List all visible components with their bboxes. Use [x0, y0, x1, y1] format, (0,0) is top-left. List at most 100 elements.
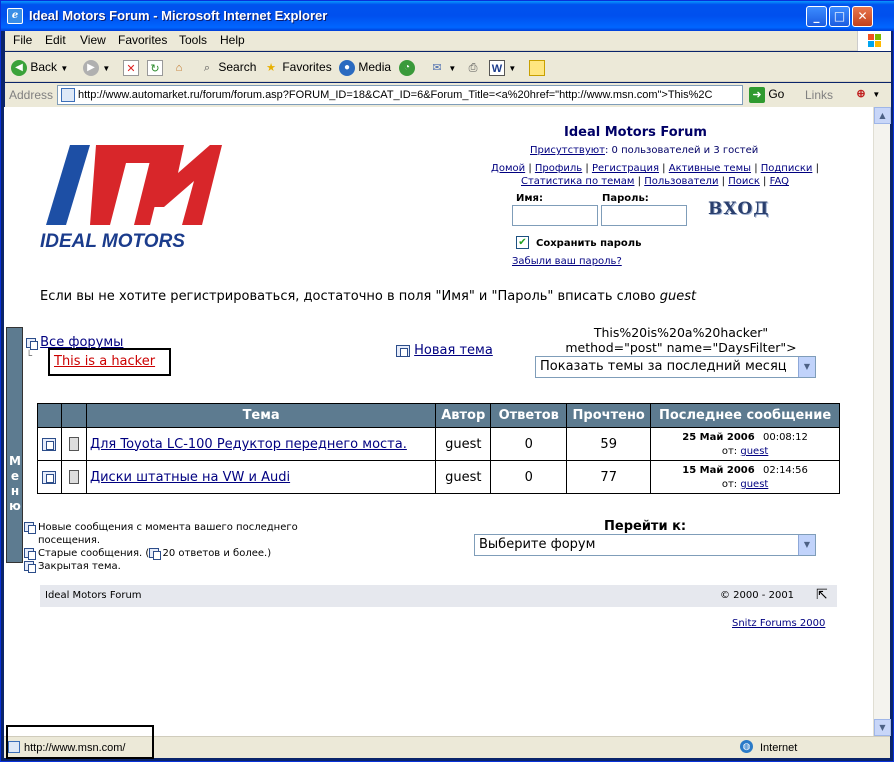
extension-dropdown-icon[interactable]: ▼: [872, 90, 880, 99]
nav-active-topics[interactable]: Активные темы: [669, 163, 751, 174]
minimize-button[interactable]: _: [806, 6, 827, 27]
notice-text: Если вы не хотите регистрироваться, дост…: [40, 289, 660, 304]
messenger-button[interactable]: [529, 58, 545, 76]
menu-view[interactable]: View: [80, 33, 106, 47]
nav-register[interactable]: Регистрация: [592, 163, 659, 174]
links-button[interactable]: Links: [805, 88, 833, 102]
go-button[interactable]: ➜ Go: [749, 87, 784, 103]
guest-notice: Если вы не хотите регистрироваться, дост…: [40, 289, 696, 304]
media-button[interactable]: ● Media: [339, 58, 391, 76]
stop-button[interactable]: ✕: [123, 58, 139, 76]
nav-faq[interactable]: FAQ: [770, 176, 789, 187]
refresh-button[interactable]: ↻: [147, 58, 163, 76]
vertical-scrollbar[interactable]: ▲ ▼: [873, 107, 891, 736]
menu-tools[interactable]: Tools: [179, 33, 207, 47]
new-posts-icon: [24, 522, 36, 534]
mail-button[interactable]: ✉ ▼: [429, 58, 456, 76]
extension-icon: ⊕: [856, 88, 866, 100]
locked-topic-icon: [24, 561, 36, 573]
views-cell: 77: [566, 460, 652, 494]
header-views[interactable]: Прочтено: [566, 403, 652, 428]
favorites-label: Favorites: [282, 60, 332, 74]
address-input[interactable]: http://www.automarket.ru/forum/forum.asp…: [57, 85, 743, 105]
maximize-button[interactable]: □: [829, 6, 850, 27]
legend-hot-text: 20 ответов и более.): [159, 548, 272, 559]
legend-new: Новые сообщения с момента вашего последн…: [24, 521, 324, 547]
filter-line-2: method="post" name="DaysFilter">: [565, 340, 797, 355]
nav-search[interactable]: Поиск: [728, 176, 760, 187]
favorites-star-icon: ★: [266, 61, 276, 74]
nav-profile[interactable]: Профиль: [535, 163, 582, 174]
title-bar: e Ideal Motors Forum - Microsoft Interne…: [1, 1, 894, 31]
edit-button[interactable]: W ▼: [489, 58, 516, 76]
print-button[interactable]: ⎙: [465, 58, 481, 76]
last-post-from: от:: [721, 446, 741, 457]
forgot-password-link[interactable]: Забыли ваш пароль?: [512, 256, 622, 267]
remember-checkbox[interactable]: ✔: [516, 236, 529, 249]
days-filter-select[interactable]: Показать темы за последний месяц ▼: [535, 356, 816, 378]
menu-favorites[interactable]: Favorites: [118, 33, 167, 47]
password-input[interactable]: [601, 205, 687, 226]
goto-label: Перейти к:: [604, 519, 687, 534]
history-button[interactable]: ◔: [399, 58, 415, 76]
extension-button[interactable]: ⊕ ▼: [853, 86, 880, 102]
back-button[interactable]: ◀ Back ▼: [11, 58, 68, 76]
address-url: http://www.automarket.ru/forum/forum.asp…: [78, 89, 713, 101]
old-posts-icon: [24, 548, 36, 560]
legend-closed-text: Закрытая тема.: [38, 561, 121, 572]
word-edit-icon: W: [489, 59, 505, 76]
close-button[interactable]: ✕: [852, 6, 873, 27]
folder-icon[interactable]: [42, 470, 57, 484]
forward-button[interactable]: ▶ ▼: [83, 58, 110, 76]
header-author[interactable]: Автор: [435, 403, 492, 428]
last-post-user-link[interactable]: guest: [740, 446, 768, 457]
header-topic[interactable]: Тема: [85, 403, 437, 428]
folder-icon[interactable]: [42, 437, 57, 451]
back-label: Back: [30, 60, 58, 74]
history-icon: ◔: [399, 59, 415, 76]
window-title: Ideal Motors Forum - Microsoft Internet …: [29, 8, 328, 23]
scroll-down-icon[interactable]: ▼: [874, 719, 891, 736]
goto-forum-select[interactable]: Выберите форум ▼: [474, 534, 816, 556]
tree-branch-icon: └: [26, 351, 33, 362]
last-post-user-link[interactable]: guest: [740, 479, 768, 490]
chevron-down-icon[interactable]: ▼: [798, 357, 815, 377]
search-label: Search: [218, 60, 257, 74]
nav-users[interactable]: Пользователи: [644, 176, 718, 187]
paper-icon: [68, 470, 79, 484]
chevron-down-icon[interactable]: ▼: [798, 535, 815, 555]
login-button[interactable]: ВХОД: [708, 199, 769, 219]
paper-icon: [68, 437, 79, 451]
topic-link[interactable]: Диски штатные на VW и Audi: [90, 470, 290, 485]
forward-dropdown-icon[interactable]: ▼: [102, 64, 110, 73]
back-dropdown-icon[interactable]: ▼: [60, 64, 68, 73]
search-button[interactable]: ⌕ Search: [199, 58, 256, 76]
topic-type-cell: [60, 460, 87, 494]
back-to-top-icon[interactable]: ⇱: [816, 587, 828, 603]
menu-file[interactable]: File: [13, 33, 32, 47]
present-link[interactable]: Присутствуют: [530, 145, 605, 156]
page-content: IDEAL MOTORS Ideal Motors Forum Присутст…: [4, 107, 873, 736]
menu-help[interactable]: Help: [220, 33, 245, 47]
nav-subscriptions[interactable]: Подписки: [761, 163, 813, 174]
scroll-up-icon[interactable]: ▲: [874, 107, 891, 124]
home-button[interactable]: ⌂: [171, 58, 187, 76]
new-topic-link[interactable]: Новая тема: [414, 343, 493, 358]
topic-link[interactable]: Для Toyota LC-100 Редуктор переднего мос…: [90, 437, 407, 452]
address-label: Address: [9, 88, 54, 102]
favorites-button[interactable]: ★ Favorites: [263, 58, 332, 76]
logo-text: IDEAL MOTORS: [40, 231, 185, 252]
nav-home[interactable]: Домой: [491, 163, 525, 174]
username-input[interactable]: [512, 205, 598, 226]
page-icon: [61, 88, 75, 102]
header-replies[interactable]: Ответов: [490, 403, 568, 428]
header-last-post[interactable]: Последнее сообщение: [650, 403, 840, 428]
menu-edit[interactable]: Edit: [45, 33, 66, 47]
mail-dropdown-icon[interactable]: ▼: [448, 64, 456, 73]
current-forum-link[interactable]: This is a hacker: [54, 354, 155, 369]
edit-dropdown-icon[interactable]: ▼: [508, 64, 516, 73]
snitz-link[interactable]: Snitz Forums 2000: [732, 618, 825, 629]
nav-statistics[interactable]: Статистика по темам: [521, 176, 634, 187]
password-label: Пароль:: [602, 193, 649, 204]
side-menu-tab[interactable]: Меню: [6, 327, 23, 563]
